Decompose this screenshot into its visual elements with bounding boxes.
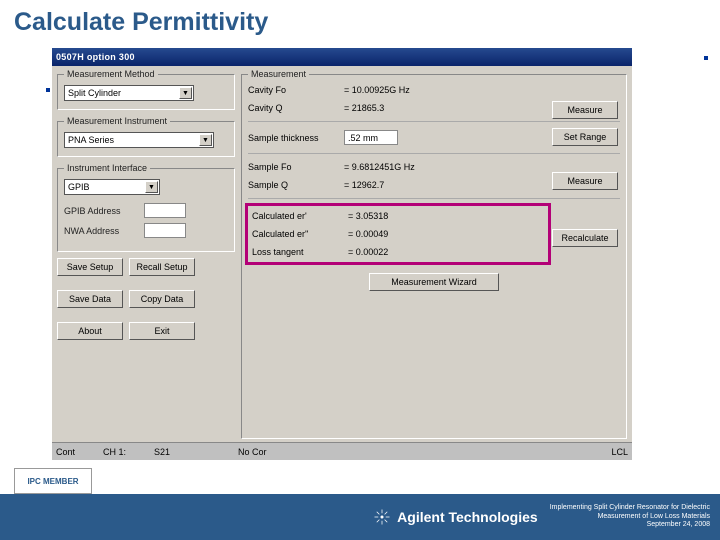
calc-er-label: Calculated er' — [252, 211, 348, 221]
measurement-instrument-group: Measurement Instrument PNA Series ▼ — [57, 116, 235, 157]
gpib-address-label: GPIB Address — [64, 206, 138, 216]
status-cont: Cont — [56, 447, 75, 457]
instrument-interface-legend: Instrument Interface — [64, 163, 150, 173]
chevron-down-icon: ▼ — [199, 134, 212, 146]
cavity-fo-value: = 10.00925G Hz — [344, 85, 548, 95]
cavity-fo-label: Cavity Fo — [248, 85, 344, 95]
save-data-button[interactable]: Save Data — [57, 290, 123, 308]
measure-sample-button[interactable]: Measure — [552, 172, 618, 190]
nwa-address-input[interactable] — [144, 223, 186, 238]
agilent-name: Agilent Technologies — [397, 509, 538, 525]
window-titlebar: 0507H option 300 — [52, 48, 632, 66]
chevron-down-icon: ▼ — [145, 181, 158, 193]
status-bar: Cont CH 1: S21 No Cor LCL — [52, 442, 632, 460]
status-s21: S21 — [154, 447, 170, 457]
results-block: Calculated er' = 3.05318 Calculated er''… — [248, 203, 620, 265]
measure-cavity-button[interactable]: Measure — [552, 101, 618, 119]
measurement-wizard-button[interactable]: Measurement Wizard — [369, 273, 499, 291]
highlight-box: Calculated er' = 3.05318 Calculated er''… — [245, 203, 551, 265]
measurement-method-legend: Measurement Method — [64, 69, 158, 79]
sample-thickness-input[interactable]: .52 mm — [344, 130, 398, 145]
calc-er-value: = 3.05318 — [348, 211, 542, 221]
sample-q-label: Sample Q — [248, 180, 344, 190]
method-select[interactable]: Split Cylinder ▼ — [64, 85, 194, 101]
loss-tan-label: Loss tangent — [252, 247, 348, 257]
footer-line-2: Measurement of Low Loss Materials — [550, 513, 710, 521]
interface-select[interactable]: GPIB ▼ — [64, 179, 160, 195]
divider — [248, 198, 620, 199]
sample-fo-value: = 9.6812451G Hz — [344, 162, 548, 172]
cavity-block: Cavity Fo = 10.00925G Hz Cavity Q = 2186… — [248, 85, 620, 113]
sample-thickness-block: Sample thickness .52 mm Set Range — [248, 130, 620, 145]
measurement-group: Measurement Cavity Fo = 10.00925G Hz Cav… — [241, 69, 627, 439]
spark-icon — [373, 508, 391, 526]
right-pane: Measurement Cavity Fo = 10.00925G Hz Cav… — [241, 69, 627, 439]
footer-line-1: Implementing Split Cylinder Resonator fo… — [550, 504, 710, 512]
measurement-instrument-legend: Measurement Instrument — [64, 116, 170, 126]
sample-block: Sample Fo = 9.6812451G Hz Sample Q = 129… — [248, 162, 620, 190]
recall-setup-button[interactable]: Recall Setup — [129, 258, 195, 276]
sample-q-value: = 12962.7 — [344, 180, 548, 190]
decorative-dot — [704, 56, 708, 60]
decorative-dot — [46, 88, 50, 92]
nwa-address-label: NWA Address — [64, 226, 138, 236]
app-window: 0507H option 300 Measurement Method Spli… — [52, 48, 632, 460]
copy-data-button[interactable]: Copy Data — [129, 290, 195, 308]
recalculate-button[interactable]: Recalculate — [552, 229, 618, 247]
measurement-method-group: Measurement Method Split Cylinder ▼ — [57, 69, 235, 110]
divider — [248, 121, 620, 122]
divider — [248, 153, 620, 154]
agilent-logo: Agilent Technologies — [373, 508, 538, 526]
window-title: 0507H option 300 — [56, 52, 135, 62]
set-range-button[interactable]: Set Range — [552, 128, 618, 146]
status-ch: CH 1: — [103, 447, 126, 457]
footer-bar: Agilent Technologies Implementing Split … — [0, 494, 720, 540]
cavity-q-value: = 21865.3 — [344, 103, 548, 113]
exit-button[interactable]: Exit — [129, 322, 195, 340]
status-lcl: LCL — [611, 447, 628, 457]
about-button[interactable]: About — [57, 322, 123, 340]
calc-er2-value: = 0.00049 — [348, 229, 542, 239]
cavity-q-label: Cavity Q — [248, 103, 344, 113]
gpib-address-input[interactable] — [144, 203, 186, 218]
footer-line-3: September 24, 2008 — [550, 521, 710, 529]
measurement-legend: Measurement — [248, 69, 309, 79]
calc-er2-label: Calculated er'' — [252, 229, 348, 239]
instrument-select[interactable]: PNA Series ▼ — [64, 132, 214, 148]
save-setup-button[interactable]: Save Setup — [57, 258, 123, 276]
instrument-interface-group: Instrument Interface GPIB ▼ GPIB Address… — [57, 163, 235, 252]
status-nocor: No Cor — [238, 447, 267, 457]
chevron-down-icon: ▼ — [179, 87, 192, 99]
sample-fo-label: Sample Fo — [248, 162, 344, 172]
sample-thickness-label: Sample thickness — [248, 133, 344, 143]
loss-tan-value: = 0.00022 — [348, 247, 542, 257]
slide-title: Calculate Permittivity — [14, 8, 268, 37]
left-pane: Measurement Method Split Cylinder ▼ Meas… — [57, 69, 235, 439]
ipc-member-logo: IPC MEMBER — [14, 468, 92, 494]
footer-meta: Implementing Split Cylinder Resonator fo… — [550, 504, 710, 529]
